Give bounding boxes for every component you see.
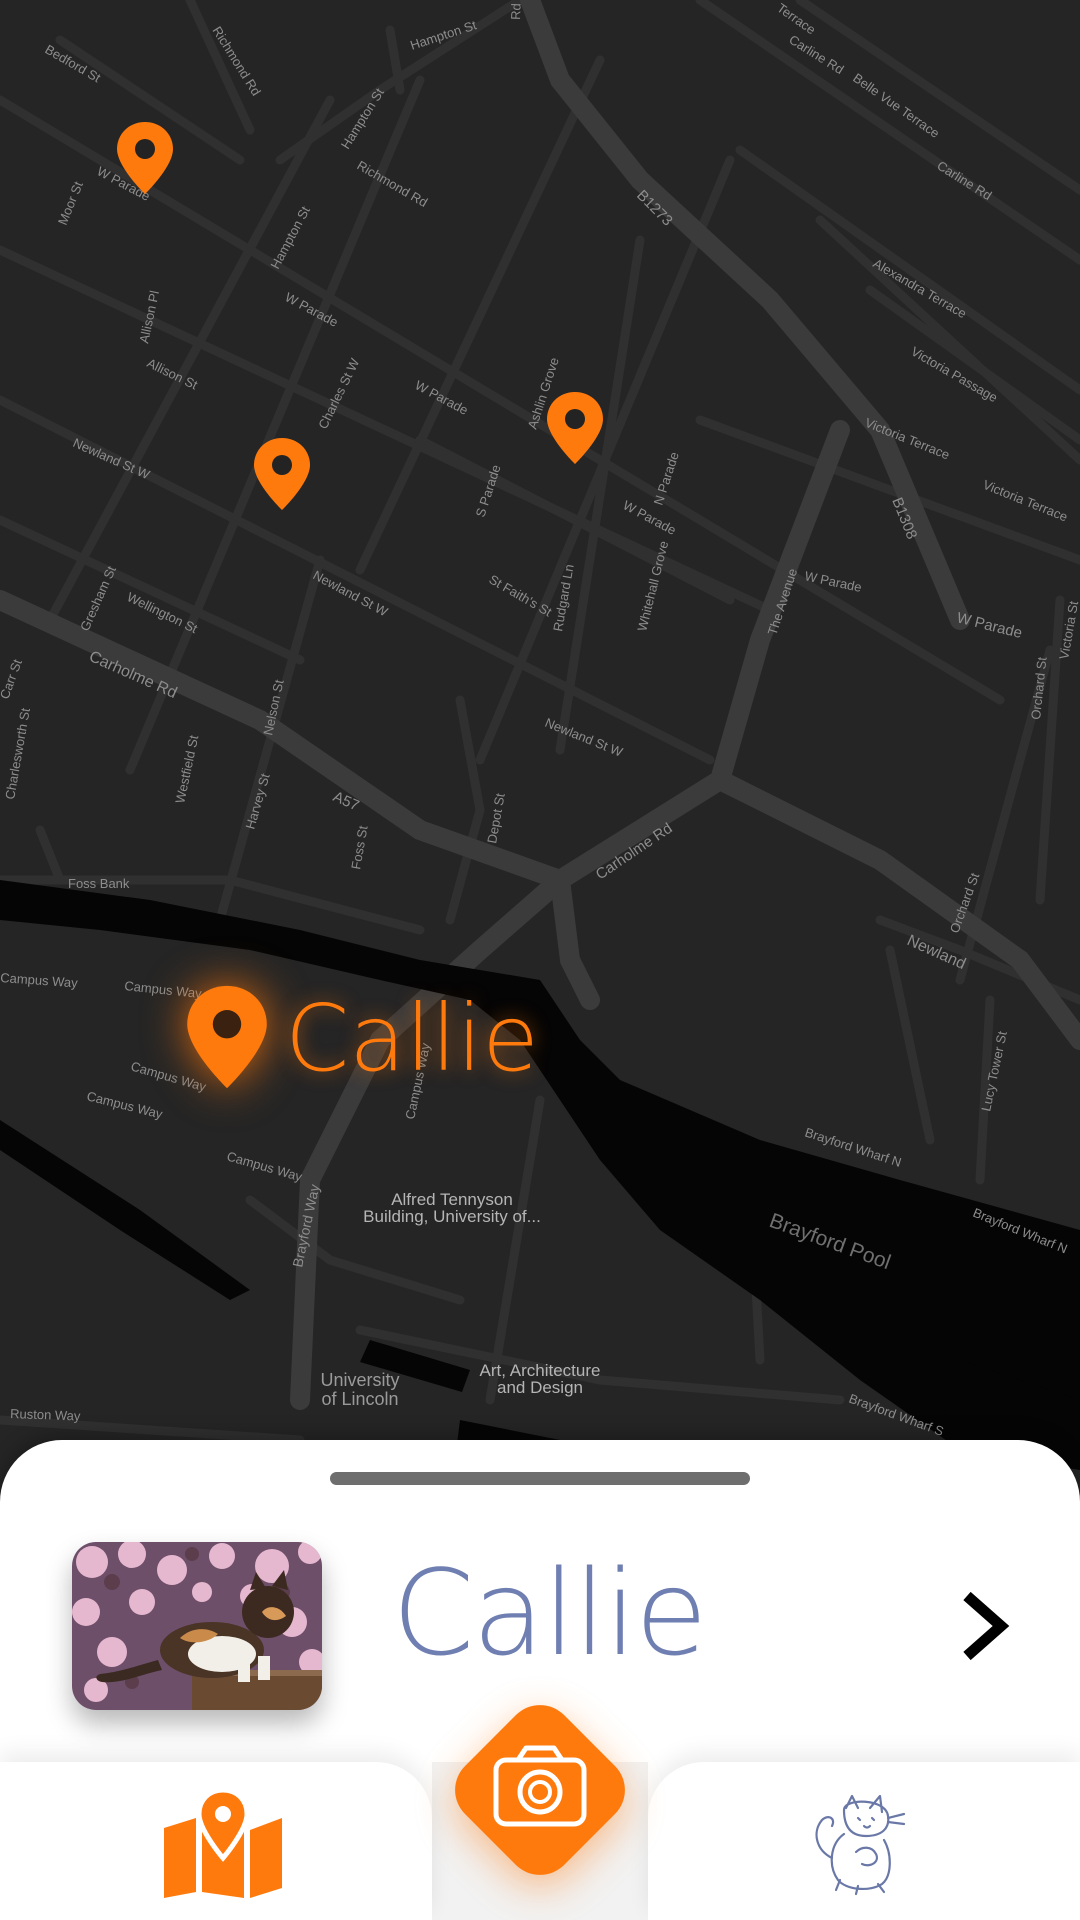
- street-label: Harvey St: [242, 771, 272, 830]
- street-label: Foss St: [348, 824, 370, 870]
- street-label: Orchard St: [1028, 656, 1050, 720]
- street-label: Ruston Way: [10, 1406, 81, 1423]
- street-label: N Parade: [651, 450, 682, 507]
- street-label: Carline Rd: [934, 158, 994, 203]
- sheet-drag-handle[interactable]: [330, 1472, 750, 1485]
- street-label: Moor St: [55, 179, 86, 227]
- place-label: Building, University of...: [363, 1207, 541, 1226]
- street-label: W Parade: [955, 609, 1024, 642]
- street-label: Gresham St: [77, 563, 119, 633]
- location-pin-icon: [254, 438, 310, 510]
- street-label: Rd: [508, 3, 524, 20]
- selected-map-pin[interactable]: [182, 983, 272, 1091]
- place-label: University: [320, 1370, 399, 1390]
- street-label: Campus Way: [225, 1148, 304, 1184]
- street-label: Campus Way: [85, 1088, 164, 1121]
- street-label: Newland St W: [543, 715, 626, 760]
- map-pin[interactable]: [545, 390, 605, 466]
- cat-sketch-icon[interactable]: [800, 1788, 910, 1896]
- street-label: Campus Way: [0, 970, 79, 990]
- map-pin[interactable]: [115, 120, 175, 196]
- location-pin-icon: [547, 392, 603, 464]
- cat-name[interactable]: Callie: [392, 1548, 708, 1678]
- cat-photo-thumbnail[interactable]: [72, 1542, 322, 1710]
- street-label: Carr St: [0, 657, 25, 701]
- street-label: Victoria Terrace: [981, 477, 1070, 525]
- street-label: Westfield St: [172, 734, 201, 805]
- place-label: of Lincoln: [321, 1389, 398, 1409]
- location-pin-icon: [187, 985, 267, 1089]
- chevron-right-icon[interactable]: [955, 1588, 1015, 1664]
- map-pin-icon[interactable]: [160, 1788, 286, 1898]
- street-label: Depot St: [484, 792, 508, 845]
- street-label: W Parade: [413, 377, 471, 417]
- cat-photo: [72, 1542, 322, 1710]
- street-label: Hampton St: [267, 203, 313, 271]
- street-label: Charlesworth St: [2, 706, 33, 800]
- camera-button[interactable]: [442, 1692, 638, 1888]
- location-pin-icon: [117, 122, 173, 194]
- camera-icon: [455, 1705, 625, 1875]
- street-label: Foss Bank: [68, 876, 130, 891]
- map-pin[interactable]: [252, 436, 312, 512]
- map-view[interactable]: Bedford St Richmond Rd Hampton St Rd Ter…: [0, 0, 1080, 1480]
- selected-pin-label: Callie: [285, 985, 539, 1092]
- map-canvas: Bedford St Richmond Rd Hampton St Rd Ter…: [0, 0, 1080, 1470]
- place-label: and Design: [497, 1378, 583, 1397]
